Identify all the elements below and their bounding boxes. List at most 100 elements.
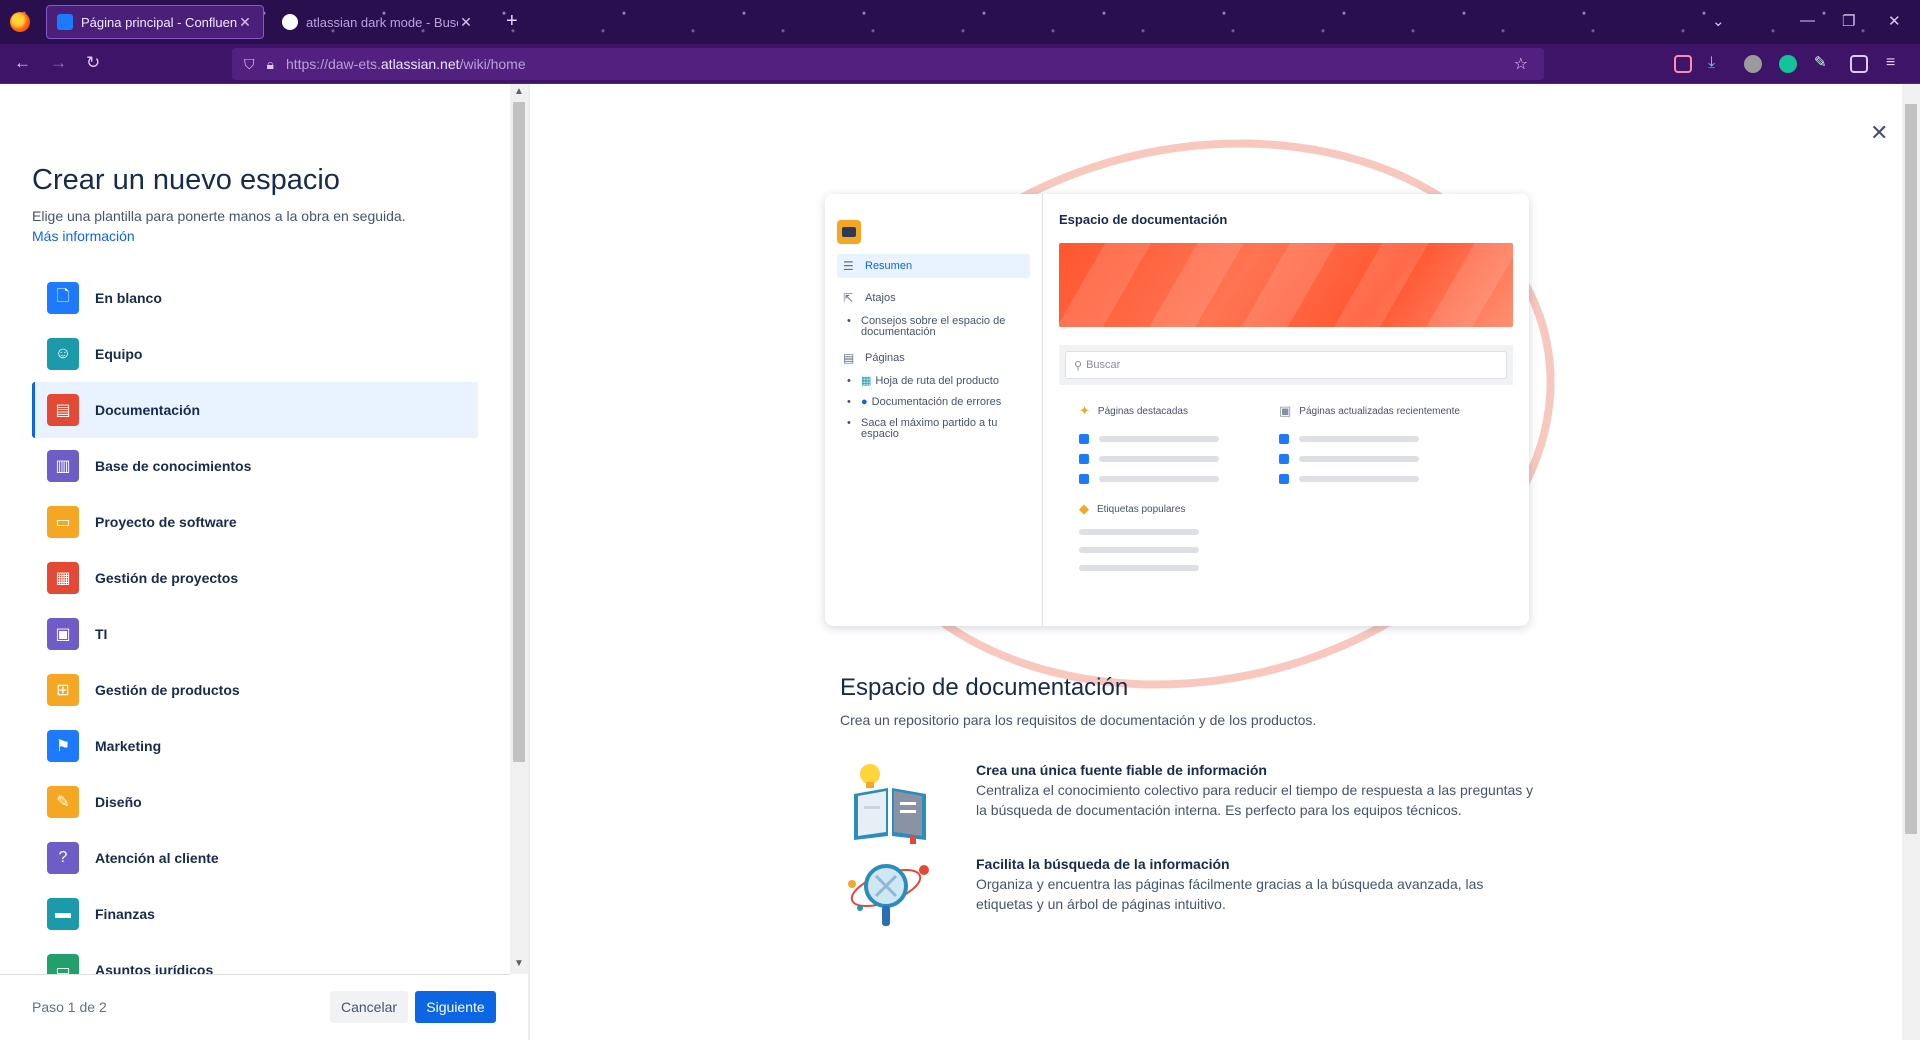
space-icon	[837, 220, 861, 244]
url-bar[interactable]: ⛉ 🔒︎ https://daw-ets.atlassian.net/wiki/…	[232, 48, 1544, 80]
template-item[interactable]: ▭ Proyecto de software	[32, 494, 478, 550]
template-label: Documentación	[95, 402, 201, 418]
back-icon[interactable]: ←	[14, 53, 31, 73]
template-label: Finanzas	[95, 906, 155, 922]
next-button[interactable]: Siguiente	[415, 991, 496, 1023]
preview-nav-shortcuts: ⇱ Atajos	[837, 286, 1030, 310]
search-icon: ⚲	[1074, 359, 1083, 372]
pocket-icon[interactable]	[1674, 55, 1692, 73]
preview-page-item: • ▦ Hoja de ruta del producto	[847, 375, 999, 387]
pen-icon[interactable]: ✎	[1814, 55, 1832, 73]
scroll-down-icon[interactable]: ▼	[514, 958, 524, 969]
scroll-up-icon[interactable]: ▲	[514, 86, 524, 97]
new-tab-button[interactable]: +	[506, 10, 518, 32]
question-icon: ?	[47, 842, 79, 874]
preview-nav-summary: ☰ Resumen	[837, 254, 1030, 278]
download-icon[interactable]: ⤓	[1708, 55, 1726, 73]
book-lightbulb-icon	[840, 754, 940, 844]
recent-column: ▣ Páginas actualizadas recientemente	[1279, 403, 1479, 489]
tab-list-chevron-icon[interactable]: ⌄	[1712, 12, 1725, 30]
preview-space-title: Espacio de documentación	[1059, 212, 1228, 227]
credit-card-icon: ▬	[47, 898, 79, 930]
restore-icon[interactable]: ❐	[1842, 12, 1855, 30]
preview-shortcut-item: • Consejos sobre el espacio de documentac…	[847, 315, 1006, 338]
people-icon: ☺	[47, 338, 79, 370]
template-item[interactable]: ☺ Equipo	[32, 326, 478, 382]
detail-title: Espacio de documentación	[840, 674, 1129, 701]
template-item[interactable]: ▤ Documentación	[32, 382, 478, 438]
template-label: Atención al cliente	[95, 850, 219, 866]
nav-label: Atajos	[865, 292, 896, 304]
tags-section: ◆ Etiquetas populares	[1059, 501, 1513, 571]
close-tab-icon[interactable]: ✕	[237, 14, 253, 31]
template-item[interactable]: ? Atención al cliente	[32, 830, 478, 886]
preview-scrollbar[interactable]	[1902, 84, 1920, 1040]
feature-description: Centraliza el conocimiento colectivo par…	[976, 782, 1534, 818]
template-item[interactable]: ▦ Gestión de proyectos	[32, 550, 478, 606]
google-icon	[282, 14, 298, 30]
minimize-icon[interactable]: —	[1800, 12, 1815, 29]
feature-title: Facilita la búsqueda de la información	[976, 856, 1230, 872]
template-label: TI	[95, 626, 108, 642]
reload-icon[interactable]: ↻	[86, 53, 100, 73]
extensions-icon[interactable]	[1850, 55, 1868, 73]
template-preview-panel: ✕ ☰ Resumen ⇱ Atajos • Consejos sobre el …	[530, 75, 1920, 1040]
shield-icon[interactable]: ⛉	[244, 56, 255, 73]
scrollbar-thumb[interactable]	[1905, 104, 1917, 834]
page-title: Crear un nuevo espacio	[32, 164, 340, 196]
url-text[interactable]: https://daw-ets.atlassian.net/wiki/home	[286, 56, 526, 72]
template-item[interactable]: 🗋︎ En blanco	[32, 270, 478, 326]
template-item[interactable]: ✎ Diseño	[32, 774, 478, 830]
info-icon: ●	[861, 396, 868, 408]
template-item[interactable]: ▭ Asuntos jurídicos	[32, 942, 478, 976]
forward-icon[interactable]: →	[50, 53, 67, 73]
footer-bar: Paso 1 de 2 Cancelar Siguiente	[0, 974, 510, 1040]
shortcut-icon: ⇱	[843, 291, 854, 305]
more-info-link[interactable]: Más información	[32, 228, 135, 244]
template-label: Proyecto de software	[95, 514, 237, 530]
template-label: En blanco	[95, 290, 162, 306]
sparkle-icon: ✦	[1079, 403, 1090, 418]
template-panel: Crear un nuevo espacio Elige una plantil…	[0, 84, 530, 1040]
tab-title: Página principal - Confluence	[81, 14, 237, 30]
bookmark-star-icon[interactable]: ☆	[1514, 54, 1528, 74]
extension-icon[interactable]	[1744, 55, 1762, 73]
browser-navbar: ← → ↻ ⛉ 🔒︎ https://daw-ets.atlassian.net…	[0, 44, 1920, 84]
template-label: Marketing	[95, 738, 162, 754]
template-item[interactable]: ⊞ Gestión de productos	[32, 662, 478, 718]
close-icon[interactable]: ✕	[1870, 120, 1888, 146]
pencil-icon: ✎	[47, 786, 79, 818]
detail-subtitle: Crea un repositorio para los requisitos …	[840, 712, 1317, 728]
computer-icon: ▣	[47, 618, 79, 650]
template-label: Diseño	[95, 794, 142, 810]
scrollbar-thumb[interactable]	[513, 102, 525, 762]
feature-description: Organiza y encuentra las páginas fácilme…	[976, 876, 1484, 912]
template-list: 🗋︎ En blanco ☺ Equipo ▤ Documentación ▥ Base de…	[32, 270, 478, 976]
magnifier-atom-icon	[840, 848, 940, 938]
preview-main: Espacio de documentación ⚲ Buscar ✦ Página…	[1043, 194, 1529, 626]
template-item[interactable]: ▬ Finanzas	[32, 886, 478, 942]
tab-google[interactable]: atlassian dark mode - Buscar c ✕	[272, 5, 484, 39]
document-icon: ▣	[1279, 403, 1292, 418]
template-label: Gestión de proyectos	[95, 570, 239, 586]
firefox-icon[interactable]	[10, 12, 30, 32]
cancel-button[interactable]: Cancelar	[330, 991, 408, 1023]
template-item[interactable]: ⚑ Marketing	[32, 718, 478, 774]
map-icon: ▦	[861, 375, 872, 387]
menu-icon[interactable]: ≡	[1886, 55, 1904, 73]
preview-sidebar: ☰ Resumen ⇱ Atajos • Consejos sobre el es…	[825, 194, 1043, 626]
page-icon: 🗋︎	[47, 282, 79, 314]
briefcase-icon: ▭	[47, 954, 79, 976]
lock-icon[interactable]: 🔒︎	[267, 56, 274, 73]
tab-confluence[interactable]: Página principal - Confluence ✕	[46, 5, 264, 39]
step-indicator: Paso 1 de 2	[32, 999, 107, 1015]
template-label: Base de conocimientos	[95, 458, 252, 474]
close-tab-icon[interactable]: ✕	[458, 14, 474, 31]
template-item[interactable]: ▥ Base de conocimientos	[32, 438, 478, 494]
window-close-icon[interactable]: ✕	[1888, 12, 1901, 30]
preview-columns: ✦ Páginas destacadas ▣ Páginas actualizada…	[1059, 403, 1513, 489]
template-item[interactable]: ▣ TI	[32, 606, 478, 662]
grammarly-icon[interactable]	[1779, 55, 1797, 73]
template-scrollbar[interactable]: ▲ ▼	[510, 84, 528, 974]
browser-tabbar: Página principal - Confluence ✕ atlassia…	[0, 0, 1920, 44]
